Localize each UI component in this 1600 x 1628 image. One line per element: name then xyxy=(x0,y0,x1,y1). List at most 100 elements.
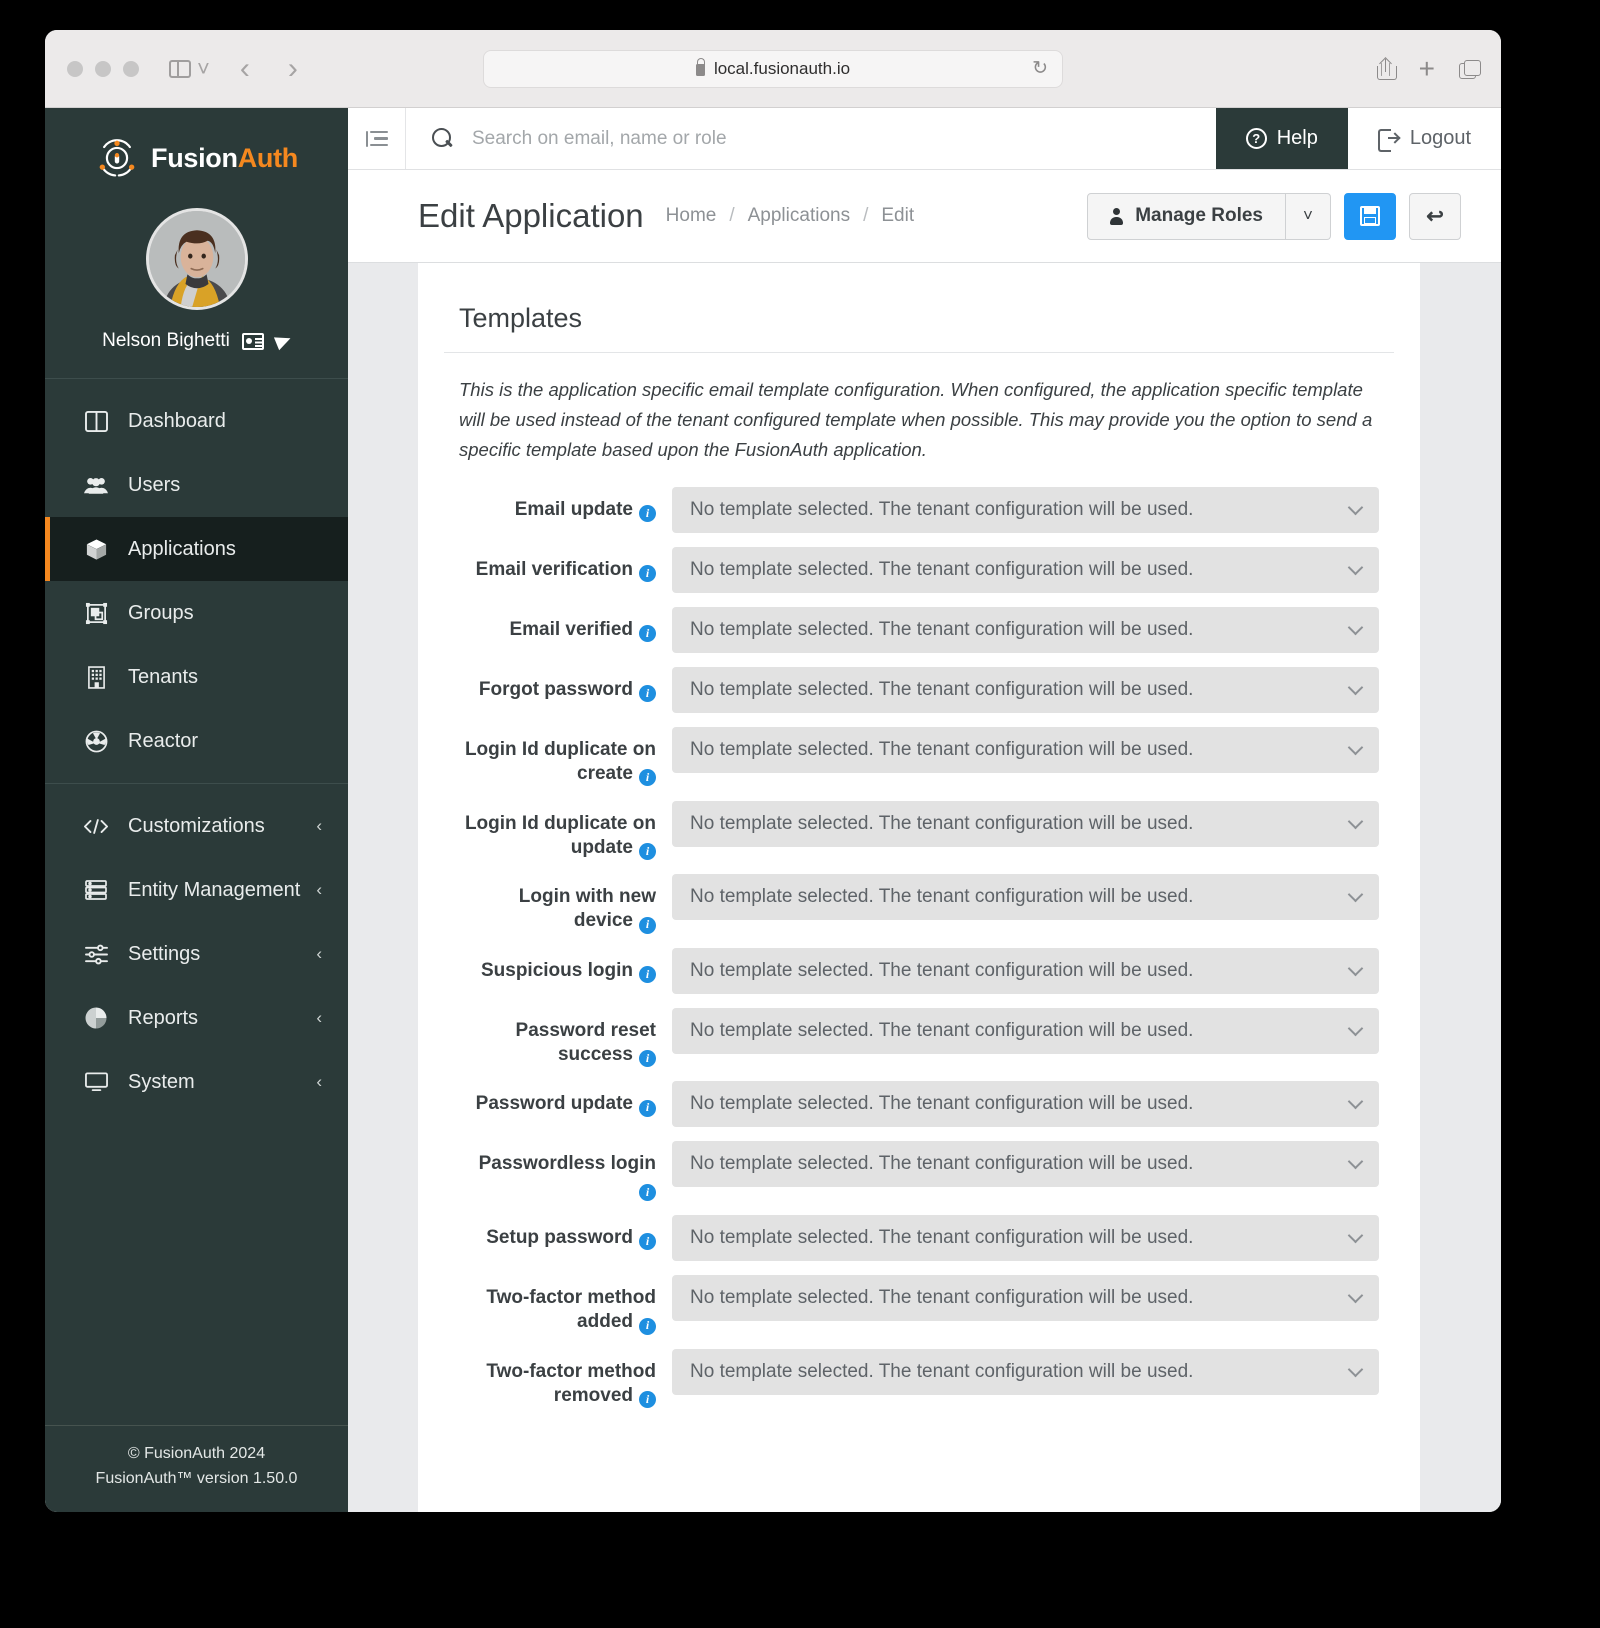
close-window-button[interactable] xyxy=(67,60,83,77)
sidebar-item-settings[interactable]: Settings ‹ xyxy=(45,922,348,986)
password-reset-success-select[interactable]: No template selected. The tenant configu… xyxy=(672,1007,1379,1054)
passwordless-login-select[interactable]: No template selected. The tenant configu… xyxy=(672,1141,1379,1188)
info-icon[interactable]: i xyxy=(639,685,656,703)
info-icon[interactable]: i xyxy=(639,565,656,583)
setup-password-select[interactable]: No template selected. The tenant configu… xyxy=(672,1215,1379,1262)
reactor-icon xyxy=(84,730,108,753)
sidebar-item-reports[interactable]: Reports ‹ xyxy=(45,986,348,1050)
manage-roles-dropdown-chevron-down-icon[interactable]: ˅ xyxy=(1286,192,1331,240)
select-wrap: No template selected. The tenant configu… xyxy=(672,546,1379,593)
password-update-select[interactable]: No template selected. The tenant configu… xyxy=(672,1081,1379,1128)
field-label: Setup password i xyxy=(459,1215,672,1251)
chevron-left-icon[interactable]: ‹ xyxy=(316,816,322,836)
brand-logo[interactable]: FusionAuth xyxy=(45,108,348,198)
chevron-left-icon[interactable]: ‹ xyxy=(316,1008,322,1028)
sidebar-options-chevron-down-icon[interactable]: ˅ xyxy=(197,57,210,80)
info-icon[interactable]: i xyxy=(639,965,656,983)
chevron-left-icon[interactable]: ‹ xyxy=(316,880,322,900)
select-wrap: No template selected. The tenant configu… xyxy=(672,1007,1379,1054)
info-icon[interactable]: i xyxy=(639,1317,656,1335)
id-card-icon[interactable] xyxy=(241,332,264,350)
sidebar-item-entity-management[interactable]: Entity Management ‹ xyxy=(45,858,348,922)
sidebar-item-groups[interactable]: Groups xyxy=(45,581,348,645)
forgot-password-select[interactable]: No template selected. The tenant configu… xyxy=(672,666,1379,713)
sidebar-item-label: System xyxy=(128,1070,195,1093)
help-button[interactable]: ? Help xyxy=(1215,108,1348,169)
sidebar-item-dashboard[interactable]: Dashboard xyxy=(45,389,348,453)
select-wrap: No template selected. The tenant configu… xyxy=(672,1348,1379,1395)
chevron-left-icon[interactable]: ‹ xyxy=(316,944,322,964)
info-icon[interactable]: i xyxy=(639,843,656,861)
box-icon xyxy=(84,538,108,561)
two-factor-method-added-select[interactable]: No template selected. The tenant configu… xyxy=(672,1275,1379,1322)
paper-plane-icon[interactable] xyxy=(273,331,293,351)
minimize-window-button[interactable] xyxy=(95,60,111,77)
select-value: No template selected. The tenant configu… xyxy=(690,1227,1194,1249)
email-verification-select[interactable]: No template selected. The tenant configu… xyxy=(672,546,1379,593)
info-icon[interactable]: i xyxy=(639,625,656,643)
info-icon[interactable]: i xyxy=(639,505,656,523)
main-area: Search on email, name or role ? Help Log… xyxy=(348,108,1501,1512)
plus-icon[interactable]: + xyxy=(1419,54,1435,83)
breadcrumb-item-applications[interactable]: Applications xyxy=(748,205,850,227)
browser-window: ˅ ‹ › local.fusionauth.io ↻ + FusionAuth… xyxy=(45,30,1501,1512)
reload-icon[interactable]: ↻ xyxy=(1032,57,1048,80)
select-value: No template selected. The tenant configu… xyxy=(690,738,1194,760)
info-icon[interactable]: i xyxy=(639,1391,656,1409)
sidebar-item-system[interactable]: System ‹ xyxy=(45,1050,348,1114)
logout-button[interactable]: Logout xyxy=(1347,108,1501,169)
sidebar-item-label: Entity Management xyxy=(128,878,301,901)
breadcrumb-item-home[interactable]: Home xyxy=(666,205,717,227)
cancel-back-button[interactable]: ↩ xyxy=(1409,192,1461,240)
info-icon[interactable]: i xyxy=(639,769,656,787)
sidebar-item-tenants[interactable]: Tenants xyxy=(45,645,348,709)
address-bar[interactable]: local.fusionauth.io ↻ xyxy=(483,49,1063,88)
lock-icon xyxy=(695,58,706,76)
info-icon[interactable]: i xyxy=(639,1233,656,1251)
back-button[interactable]: ‹ xyxy=(228,53,262,84)
info-icon[interactable]: i xyxy=(639,1099,656,1117)
email-update-select[interactable]: No template selected. The tenant configu… xyxy=(672,486,1379,533)
info-icon[interactable]: i xyxy=(639,1050,656,1068)
sidebar-item-users[interactable]: Users xyxy=(45,453,348,517)
two-factor-method-removed-select[interactable]: No template selected. The tenant configu… xyxy=(672,1348,1379,1395)
chevron-left-icon[interactable]: ‹ xyxy=(316,1072,322,1092)
sidebar-toggle-icon[interactable] xyxy=(163,54,197,84)
sliders-icon xyxy=(84,944,108,965)
form-row-suspicious-login: Suspicious login i No template selected. … xyxy=(459,947,1379,994)
field-label: Email verified i xyxy=(459,607,672,643)
sidebar-item-applications[interactable]: Applications xyxy=(45,517,348,581)
sidebar-item-label: Reports xyxy=(128,1006,199,1029)
login-with-new-device-select[interactable]: No template selected. The tenant configu… xyxy=(672,874,1379,921)
email-verified-select[interactable]: No template selected. The tenant configu… xyxy=(672,606,1379,653)
manage-roles-label: Manage Roles xyxy=(1135,205,1263,226)
field-label: Password update i xyxy=(459,1081,672,1117)
save-button[interactable] xyxy=(1344,192,1396,240)
breadcrumb-item-edit[interactable]: Edit xyxy=(881,205,914,227)
avatar[interactable] xyxy=(145,208,248,310)
manage-roles-button[interactable]: Manage Roles xyxy=(1087,192,1286,240)
login-id-duplicate-on-create-select[interactable]: No template selected. The tenant configu… xyxy=(672,726,1379,773)
search-input[interactable]: Search on email, name or role xyxy=(406,108,1216,169)
avatar-wrap xyxy=(45,208,348,310)
select-value: No template selected. The tenant configu… xyxy=(690,498,1194,520)
info-icon[interactable]: i xyxy=(639,1183,656,1201)
browser-chrome: ˅ ‹ › local.fusionauth.io ↻ + xyxy=(45,30,1501,108)
select-value: No template selected. The tenant configu… xyxy=(690,1287,1194,1309)
info-icon[interactable]: i xyxy=(639,916,656,934)
url-text: local.fusionauth.io xyxy=(713,58,851,78)
content-scroll[interactable]: Templates This is the application specif… xyxy=(348,263,1501,1512)
form-row-two-factor-method-added: Two-factor method added i No template sel… xyxy=(459,1275,1379,1335)
tab-overview-icon[interactable] xyxy=(1459,59,1481,79)
suspicious-login-select[interactable]: No template selected. The tenant configu… xyxy=(672,947,1379,994)
sidebar-item-reactor[interactable]: Reactor xyxy=(45,709,348,773)
maximize-window-button[interactable] xyxy=(123,60,139,77)
field-label: Password reset success i xyxy=(459,1008,672,1068)
form-row-passwordless-login: Passwordless login i No template selected… xyxy=(459,1141,1379,1201)
field-label-text: Passwordless login xyxy=(478,1153,656,1175)
forward-button[interactable]: › xyxy=(276,53,310,84)
sidebar-item-customizations[interactable]: Customizations ‹ xyxy=(45,794,348,858)
share-icon[interactable] xyxy=(1376,56,1397,80)
login-id-duplicate-on-update-select[interactable]: No template selected. The tenant configu… xyxy=(672,800,1379,847)
menu-collapse-icon[interactable] xyxy=(348,108,406,169)
